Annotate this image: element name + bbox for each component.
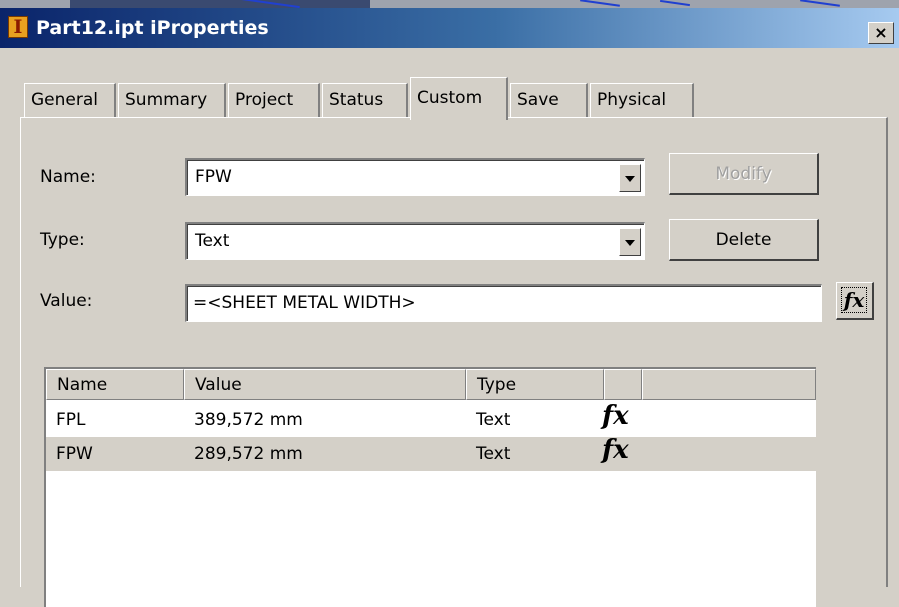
desktop-line xyxy=(660,0,690,7)
value-label: Value: xyxy=(40,291,93,311)
close-button[interactable]: × xyxy=(868,22,894,44)
fx-icon: fx xyxy=(841,287,867,313)
window-titlebar[interactable]: I Part12.ipt iProperties × xyxy=(0,8,899,48)
properties-list[interactable]: Name Value Type FPL 389,572 mm Text fx F… xyxy=(44,367,816,607)
chevron-down-icon xyxy=(625,176,635,182)
inventor-app-icon: I xyxy=(8,16,28,38)
value-text: =<SHEET METAL WIDTH> xyxy=(193,293,416,313)
cell-name: FPW xyxy=(56,444,93,464)
type-value: Text xyxy=(195,231,230,251)
cell-type: Text xyxy=(476,444,511,464)
tab-custom[interactable]: Custom xyxy=(410,77,508,120)
name-label: Name: xyxy=(40,167,96,187)
column-header-fx[interactable] xyxy=(604,369,642,400)
column-header-type[interactable]: Type xyxy=(466,369,604,400)
desktop-line xyxy=(580,0,620,7)
list-header: Name Value Type xyxy=(46,369,816,400)
type-dropdown-button[interactable] xyxy=(619,228,641,256)
fx-icon: fx xyxy=(602,435,629,465)
desktop-background-dark xyxy=(70,0,370,8)
name-value: FPW xyxy=(195,167,232,187)
window-title: Part12.ipt iProperties xyxy=(36,17,269,39)
desktop-background xyxy=(0,0,899,8)
fx-icon: fx xyxy=(602,401,629,431)
tab-physical[interactable]: Physical xyxy=(590,83,694,117)
chevron-down-icon xyxy=(625,240,635,246)
cell-value: 289,572 mm xyxy=(194,444,303,464)
column-header-value[interactable]: Value xyxy=(184,369,466,400)
name-combobox[interactable]: FPW xyxy=(185,158,645,196)
cell-value: 389,572 mm xyxy=(194,410,303,430)
column-header-name[interactable]: Name xyxy=(46,369,184,400)
tab-general[interactable]: General xyxy=(24,83,116,117)
tab-save[interactable]: Save xyxy=(510,83,588,117)
cell-name: FPL xyxy=(56,410,86,430)
modify-button[interactable]: Modify xyxy=(669,153,819,195)
type-combobox[interactable]: Text xyxy=(185,222,645,260)
type-label: Type: xyxy=(40,230,85,250)
desktop-line xyxy=(800,0,840,7)
column-header-filler xyxy=(642,369,816,400)
tab-summary[interactable]: Summary xyxy=(118,83,226,117)
tab-status[interactable]: Status xyxy=(322,83,408,117)
table-row[interactable]: FPL 389,572 mm Text fx xyxy=(46,401,816,437)
value-input[interactable]: =<SHEET METAL WIDTH> xyxy=(185,284,822,322)
formula-button[interactable]: fx xyxy=(836,282,874,320)
delete-button[interactable]: Delete xyxy=(669,219,819,261)
tab-project[interactable]: Project xyxy=(228,83,320,117)
cell-type: Text xyxy=(476,410,511,430)
name-dropdown-button[interactable] xyxy=(619,164,641,192)
table-row-selected[interactable]: FPW 289,572 mm Text fx xyxy=(46,435,816,471)
